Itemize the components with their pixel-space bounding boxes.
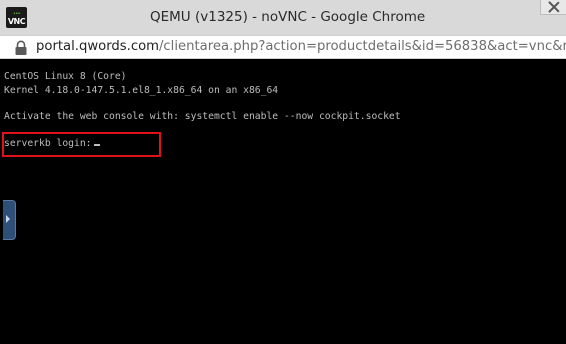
console-line-os: CentOS Linux 8 (Core) bbox=[4, 71, 127, 82]
url-text[interactable]: portal.qwords.com/clientarea.php?action=… bbox=[36, 36, 566, 58]
window-title: QEMU (v1325) - noVNC - Google Chrome bbox=[150, 9, 426, 25]
console-line-cockpit: Activate the web console with: systemctl… bbox=[4, 111, 401, 122]
address-bar[interactable]: portal.qwords.com/clientarea.php?action=… bbox=[0, 36, 566, 59]
vnc-console[interactable]: CentOS Linux 8 (Core) Kernel 4.18.0-147.… bbox=[0, 59, 566, 344]
url-host: portal.qwords.com bbox=[36, 39, 159, 54]
novnc-sidebar-handle[interactable] bbox=[3, 200, 16, 240]
console-line-kernel: Kernel 4.18.0-147.5.1.el8_1.x86_64 on an… bbox=[4, 85, 279, 96]
lock-icon bbox=[15, 40, 27, 55]
title-bar[interactable]: … VNC QEMU (v1325) - noVNC - Google Chro… bbox=[0, 0, 566, 36]
browser-window: … VNC QEMU (v1325) - noVNC - Google Chro… bbox=[0, 0, 566, 344]
chevron-right-icon bbox=[6, 215, 10, 223]
novnc-logo-icon: … VNC bbox=[6, 7, 27, 28]
login-highlight-box bbox=[2, 132, 161, 157]
url-path: /clientarea.php?action=productdetails&id… bbox=[158, 39, 566, 54]
close-icon[interactable] bbox=[540, 0, 566, 15]
